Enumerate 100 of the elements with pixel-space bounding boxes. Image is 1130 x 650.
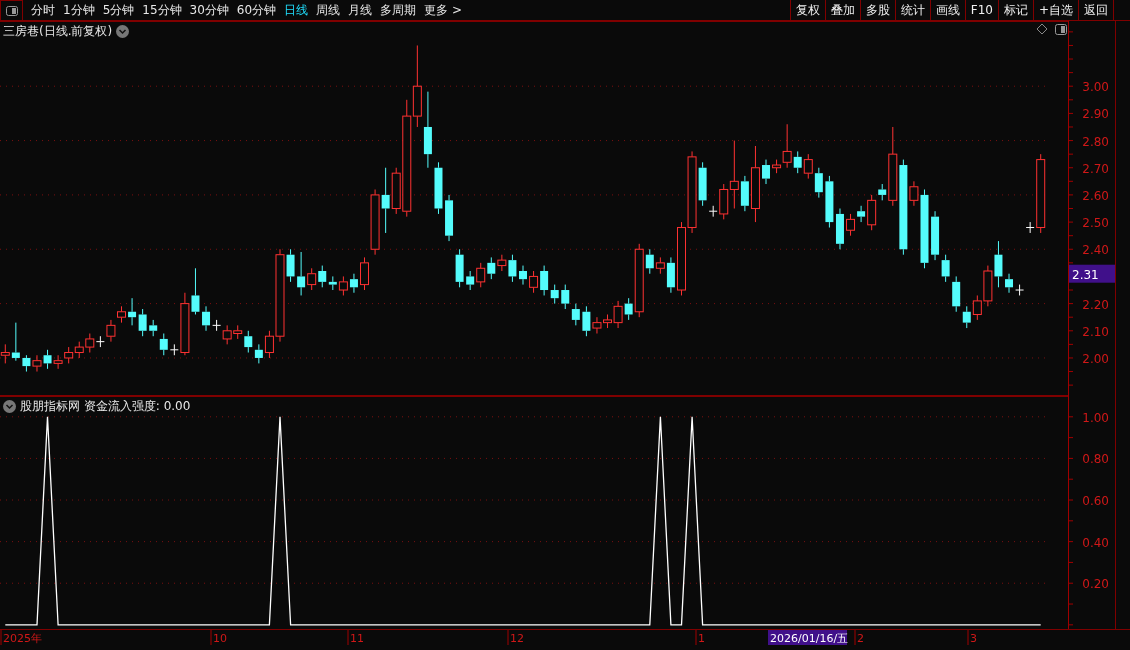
candlestick: [212, 319, 222, 332]
axis-tick-label: 1.00: [1082, 410, 1109, 425]
time-axis-label: 12: [510, 632, 524, 645]
candlestick: [487, 256, 496, 280]
candlestick: [825, 175, 834, 229]
date-cursor-label: 2026/01/16/五: [768, 630, 849, 645]
candlestick: [497, 254, 507, 272]
axis-tick-label: 2.20: [1082, 297, 1109, 312]
chart-title: 三房巷(日线.前复权): [3, 23, 113, 40]
candlestick: [666, 256, 675, 294]
candlestick: [529, 270, 539, 294]
candlestick: [128, 297, 137, 326]
axis-tick-label: 0.60: [1082, 494, 1109, 508]
candlestick: [286, 248, 295, 283]
candlestick: [708, 205, 718, 218]
period-tab[interactable]: 5分钟: [98, 0, 139, 20]
candlestick: [878, 183, 887, 201]
candlestick: [920, 188, 929, 269]
candlestick: [762, 159, 771, 185]
toolbar-button[interactable]: 统计: [894, 0, 930, 20]
candlestick: [106, 319, 116, 343]
candlestick: [297, 251, 306, 296]
toolbar-button[interactable]: 复权: [789, 0, 825, 20]
period-tab[interactable]: 60分钟: [232, 0, 281, 20]
candlestick: [307, 267, 317, 291]
candlestick: [519, 265, 527, 286]
time-axis-label: 3: [970, 632, 977, 645]
toolbar-button[interactable]: 叠加: [824, 0, 860, 20]
panel-toggle-icon[interactable]: [0, 0, 23, 21]
candlestick: [740, 175, 749, 212]
axis-tick-label: 2.80: [1082, 134, 1109, 149]
dropdown-icon[interactable]: [116, 24, 130, 38]
candlestick: [729, 140, 739, 209]
axis-tick-label: 0.40: [1082, 535, 1109, 550]
period-tab[interactable]: 多周期: [376, 0, 421, 20]
candlestick: [931, 210, 940, 261]
candlestick: [835, 208, 844, 250]
toolbar-button[interactable]: 返回: [1078, 0, 1114, 20]
dropdown-icon[interactable]: [3, 399, 16, 413]
candlestick: [149, 319, 158, 337]
period-tab[interactable]: 周线: [312, 0, 345, 20]
panel-toggle-icon[interactable]: [1055, 24, 1067, 35]
period-tab[interactable]: 日线: [280, 0, 313, 20]
candlestick: [53, 354, 63, 370]
candlestick: [645, 248, 654, 275]
time-axis-label: 2025年: [3, 632, 42, 645]
candlestick: [550, 284, 559, 305]
candlestick: [561, 284, 570, 310]
candlestick: [803, 153, 813, 180]
candlestick: [117, 305, 127, 324]
candlestick: [994, 240, 1003, 288]
time-axis-label: 10: [213, 632, 227, 645]
period-tab[interactable]: 分时: [27, 0, 59, 20]
axis-tick-label: 2.60: [1082, 188, 1109, 203]
candlestick: [624, 297, 633, 321]
candlestick: [349, 273, 358, 294]
candlestick: [1036, 153, 1046, 234]
candlestick: [22, 354, 31, 373]
toolbar-button[interactable]: F10: [964, 0, 998, 20]
candlestick: [254, 343, 263, 364]
period-tab[interactable]: 30分钟: [185, 0, 233, 20]
candlestick: [43, 349, 52, 370]
candlestick: [867, 194, 877, 231]
candlestick: [360, 256, 370, 291]
candlestick: [466, 270, 475, 291]
candlestick: [1025, 221, 1035, 234]
candlestick: [244, 330, 253, 354]
candlestick: [202, 305, 211, 332]
indicator-title: 股朋指标网 资金流入强度: 0.00: [20, 398, 191, 415]
diamond-icon[interactable]: [1036, 23, 1048, 35]
axis-tick-label: 2.50: [1082, 216, 1109, 231]
candlestick: [455, 248, 464, 288]
toolbar-button[interactable]: 画线: [929, 0, 965, 20]
period-tab[interactable]: 更多 >: [420, 0, 466, 20]
time-axis-label: 11: [350, 632, 364, 645]
axis-tick-label: 2.40: [1082, 243, 1109, 258]
axis-tick-label: 0.20: [1082, 577, 1109, 592]
candlestick: [655, 256, 665, 275]
period-tab[interactable]: 15分钟: [138, 0, 186, 20]
axis-tick-label: 0.80: [1082, 452, 1109, 467]
candlestick: [318, 265, 327, 288]
time-axis-label: 2: [857, 632, 864, 645]
candlestick: [381, 167, 390, 234]
toolbar-button[interactable]: +自选: [1032, 0, 1078, 20]
candlestick: [423, 91, 432, 169]
toolbar-button[interactable]: 多股: [859, 0, 895, 20]
candlestick: [95, 335, 105, 348]
candlestick: [159, 333, 168, 356]
period-tab[interactable]: 月线: [344, 0, 377, 20]
candlestick: [698, 161, 707, 207]
candlestick: [11, 322, 20, 362]
toolbar-button[interactable]: 标记: [997, 0, 1033, 20]
period-tab[interactable]: 1分钟: [59, 0, 99, 20]
candlestick: [412, 44, 422, 128]
candlestick: [445, 194, 454, 242]
candlestick: [32, 354, 42, 373]
candlestick: [814, 167, 823, 199]
candlestick: [328, 275, 337, 291]
candlestick: [1005, 273, 1014, 294]
candlestick: [571, 303, 580, 326]
